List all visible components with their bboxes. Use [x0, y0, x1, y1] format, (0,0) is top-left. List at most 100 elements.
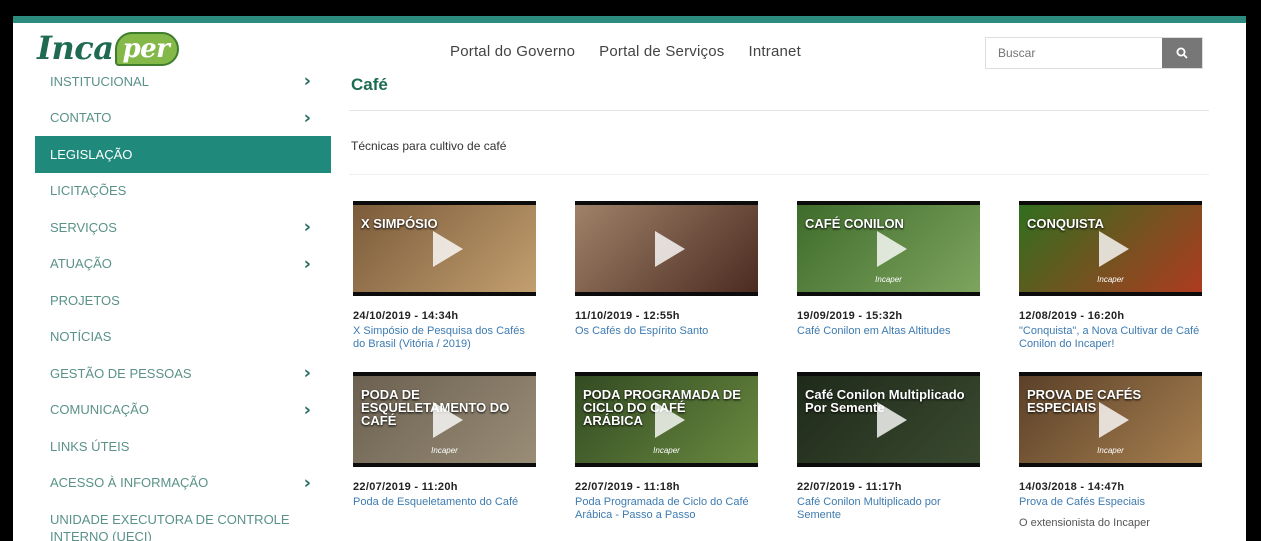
top-accent-bar	[13, 16, 1246, 23]
thumbnail-border	[1019, 372, 1202, 376]
thumbnail-tag: Incaper	[875, 275, 902, 284]
thumbnail-border	[575, 292, 758, 296]
thumbnail-border	[797, 372, 980, 376]
chevron-right-icon: ›	[303, 75, 311, 92]
search-box	[985, 37, 1203, 69]
thumbnail-border	[1019, 201, 1202, 205]
video-card[interactable]: 11/10/2019 - 12:55h Os Cafés do Espírito …	[575, 201, 765, 338]
video-title-link[interactable]: Os Cafés do Espírito Santo	[575, 325, 760, 338]
video-card[interactable]: PODA PROGRAMADA DE CICLO DO CAFÉ ARÁBICA…	[575, 372, 765, 522]
sidebar-item-projetos[interactable]: PROJETOS	[35, 282, 331, 319]
sidebar-item-institucional[interactable]: INSTITUCIONAL ›	[35, 75, 331, 100]
thumbnail-tag: Incaper	[431, 446, 458, 455]
chevron-right-icon: ›	[303, 216, 311, 238]
video-title-link[interactable]: "Conquista", a Nova Cultivar de Café Con…	[1019, 325, 1204, 351]
video-title-link[interactable]: Prova de Cafés Especiais	[1019, 496, 1204, 509]
video-date: 24/10/2019 - 14:34h	[353, 310, 459, 322]
video-thumbnail[interactable]: PROVA DE CAFÉS ESPECIAIS Incaper	[1019, 372, 1202, 467]
search-button[interactable]	[1162, 38, 1202, 68]
play-icon[interactable]	[654, 401, 685, 438]
video-date: 19/09/2019 - 15:32h	[797, 310, 903, 322]
video-thumbnail[interactable]: CONQUISTA Incaper	[1019, 201, 1202, 296]
play-icon[interactable]	[1098, 401, 1129, 438]
chevron-right-icon: ›	[303, 253, 311, 275]
nav-intranet[interactable]: Intranet	[748, 43, 800, 60]
sidebar-item-licitacoes[interactable]: LICITAÇÕES	[35, 173, 331, 210]
video-thumbnail[interactable]: PODA DE ESQUELETAMENTO DO CAFÉ Incaper	[353, 372, 536, 467]
thumbnail-border	[575, 463, 758, 467]
thumbnail-tag: Incaper	[653, 446, 680, 455]
sidebar-item-label: UNIDADE EXECUTORA DE CONTROLE INTERNO (U…	[50, 512, 290, 541]
thumbnail-tag: Incaper	[1097, 275, 1124, 284]
sidebar-item-label: PROJETOS	[50, 292, 120, 308]
video-card[interactable]: PROVA DE CAFÉS ESPECIAIS Incaper 14/03/201…	[1019, 372, 1209, 529]
chevron-right-icon: ›	[303, 362, 311, 384]
thumbnail-border	[797, 463, 980, 467]
video-description: O extensionista do Incaper	[1019, 517, 1150, 529]
video-title-link[interactable]: X Simpósio de Pesquisa dos Cafés do Bras…	[353, 325, 538, 351]
play-icon[interactable]	[876, 230, 907, 267]
thumbnail-border	[353, 201, 536, 205]
logo-text: Inca	[37, 29, 114, 67]
incaper-logo[interactable]: Inca per	[37, 29, 180, 68]
video-card[interactable]: CONQUISTA Incaper 12/08/2019 - 16:20h "Conq…	[1019, 201, 1209, 351]
play-icon[interactable]	[876, 401, 907, 438]
play-icon[interactable]	[654, 230, 685, 267]
video-title-link[interactable]: Poda Programada de Ciclo do Café Arábica…	[575, 496, 760, 522]
video-grid: X SIMPÓSIO 24/10/2019 - 14:34h X Simpósio …	[349, 75, 1219, 541]
video-card[interactable]: Café Conilon Multiplicado Por Semente 22/…	[797, 372, 987, 522]
thumbnail-caption: CAFÉ CONILON	[805, 216, 904, 231]
thumbnail-border	[353, 372, 536, 376]
sidebar-item-label: LEGISLAÇÃO	[50, 146, 133, 162]
sidebar-item-label: LINKS ÚTEIS	[50, 438, 130, 454]
video-title-link[interactable]: Poda de Esqueletamento do Café	[353, 496, 538, 509]
video-thumbnail[interactable]: PODA PROGRAMADA DE CICLO DO CAFÉ ARÁBICA…	[575, 372, 758, 467]
logo-badge: per	[115, 32, 180, 66]
sidebar-item-legislacao[interactable]: LEGISLAÇÃO	[35, 136, 331, 173]
sidebar-item-label: LICITAÇÕES	[50, 183, 127, 199]
video-card[interactable]: PODA DE ESQUELETAMENTO DO CAFÉ Incaper 22/…	[353, 372, 543, 509]
video-title-link[interactable]: Café Conilon em Altas Altitudes	[797, 325, 982, 338]
sidebar-item-label: INSTITUCIONAL	[50, 75, 149, 89]
nav-portal-servicos[interactable]: Portal de Serviços	[599, 43, 724, 60]
search-icon	[1176, 47, 1188, 59]
nav-portal-governo[interactable]: Portal do Governo	[450, 43, 575, 60]
sidebar-item-contato[interactable]: CONTATO ›	[35, 100, 331, 137]
thumbnail-border	[1019, 292, 1202, 296]
top-nav: Portal do Governo Portal de Serviços Int…	[450, 43, 801, 60]
video-card[interactable]: X SIMPÓSIO 24/10/2019 - 14:34h X Simpósio …	[353, 201, 543, 351]
video-date: 22/07/2019 - 11:20h	[353, 481, 458, 493]
thumbnail-border	[575, 201, 758, 205]
sidebar-item-links-uteis[interactable]: LINKS ÚTEIS	[35, 428, 331, 465]
sidebar-item-noticias[interactable]: NOTÍCIAS	[35, 319, 331, 356]
play-icon[interactable]	[432, 401, 463, 438]
play-icon[interactable]	[432, 230, 463, 267]
sidebar-menu: INSTITUCIONAL › CONTATO › LEGISLAÇÃO LICITAÇÕ…	[35, 75, 331, 541]
chevron-right-icon: ›	[303, 107, 311, 129]
chevron-right-icon: ›	[303, 399, 311, 421]
video-card[interactable]: CAFÉ CONILON Incaper 19/09/2019 - 15:32h Ca…	[797, 201, 987, 338]
video-date: 14/03/2018 - 14:47h	[1019, 481, 1125, 493]
video-thumbnail[interactable]	[575, 201, 758, 296]
search-input[interactable]	[986, 38, 1162, 68]
video-thumbnail[interactable]: CAFÉ CONILON Incaper	[797, 201, 980, 296]
thumbnail-border	[797, 292, 980, 296]
sidebar-item-acesso-a-informacao[interactable]: ACESSO À INFORMAÇÃO ›	[35, 465, 331, 502]
thumbnail-caption: X SIMPÓSIO	[361, 216, 438, 231]
sidebar-item-comunicacao[interactable]: COMUNICAÇÃO ›	[35, 392, 331, 429]
thumbnail-border	[353, 463, 536, 467]
video-title-link[interactable]: Café Conilon Multiplicado por Semente	[797, 496, 982, 522]
main-content: Café Técnicas para cultivo de café X SIM…	[349, 75, 1219, 541]
sidebar-item-unidade-executora-de-controle-interno-ueci[interactable]: UNIDADE EXECUTORA DE CONTROLE INTERNO (U…	[35, 501, 331, 541]
sidebar-item-gestao-de-pessoas[interactable]: GESTÃO DE PESSOAS ›	[35, 355, 331, 392]
play-icon[interactable]	[1098, 230, 1129, 267]
sidebar-item-atuacao[interactable]: ATUAÇÃO ›	[35, 246, 331, 283]
sidebar-item-servicos[interactable]: SERVIÇOS ›	[35, 209, 331, 246]
video-thumbnail[interactable]: Café Conilon Multiplicado Por Semente	[797, 372, 980, 467]
thumbnail-border	[797, 201, 980, 205]
sidebar-item-label: NOTÍCIAS	[50, 329, 112, 345]
thumbnail-border	[1019, 463, 1202, 467]
video-thumbnail[interactable]: X SIMPÓSIO	[353, 201, 536, 296]
sidebar-item-label: ATUAÇÃO	[50, 256, 112, 272]
sidebar-item-label: COMUNICAÇÃO	[50, 402, 149, 418]
